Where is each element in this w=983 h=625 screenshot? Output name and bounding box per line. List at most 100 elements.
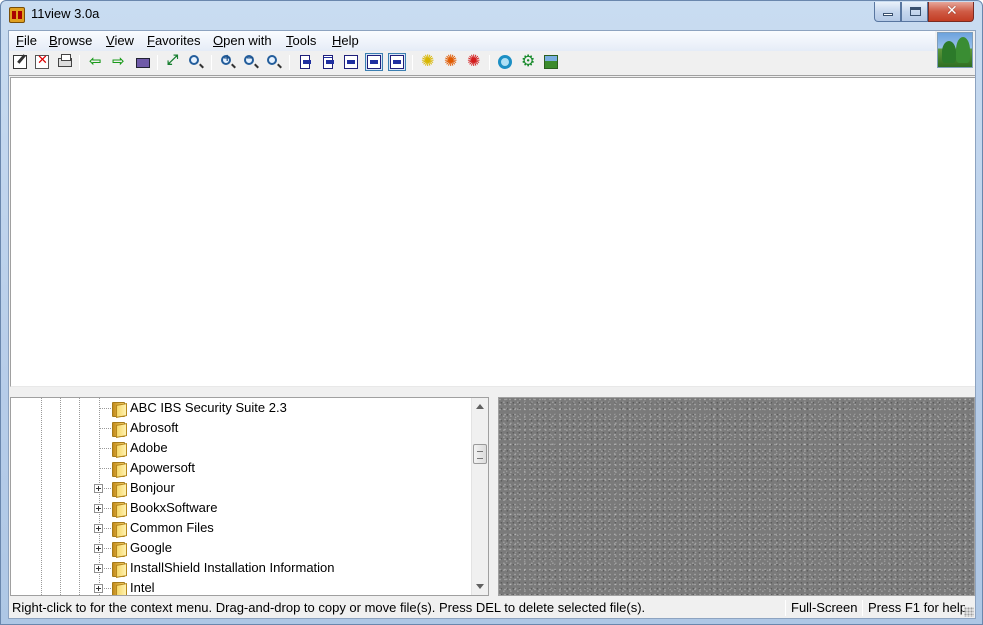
zoom-out-button[interactable] [242,53,260,71]
tree-item-label: Apowersoft [130,460,196,475]
folder-icon [111,580,127,595]
client-area: File Browse View Favorites Open with Too… [8,30,976,619]
tree-item-bookxsoftware[interactable]: BookxSoftware [11,498,471,518]
status-fullscreen: Full-Screen [791,600,858,615]
title-bar[interactable]: 11view 3.0a ✕ [1,1,982,29]
status-hint: Right-click to for the context menu. Dra… [12,600,646,615]
tree-item-adobe[interactable]: Adobe [11,438,471,458]
delete-icon [35,53,49,69]
status-help: Press F1 for help [868,600,965,615]
expand-plus-icon[interactable] [94,524,103,533]
color-adjust-button[interactable] [442,51,460,71]
toolbar-separator [79,55,80,70]
tree-connector [99,468,111,469]
folder-icon [111,400,127,417]
menu-tools[interactable]: Tools [286,33,316,48]
scroll-thumb[interactable] [473,444,487,464]
wallpaper-button[interactable] [542,53,560,71]
folder-icon [111,520,127,537]
zoom-actual-button[interactable] [265,53,283,71]
tree-item-apowersoft[interactable]: Apowersoft [11,458,471,478]
fit-to-window-icon [166,52,180,69]
tree-item-bonjour[interactable]: Bonjour [11,478,471,498]
expand-plus-icon[interactable] [94,544,103,553]
arrow-left-icon [89,52,103,70]
slideshow-button[interactable] [134,53,152,71]
menu-open-with[interactable]: Open with [213,33,272,48]
red-eye-button[interactable] [465,51,483,71]
toolbar-divider [9,75,975,76]
minimize-button[interactable] [874,2,901,22]
tree-scrollbar[interactable] [471,398,488,595]
expand-plus-icon[interactable] [94,504,103,513]
tree-item-abc-ibs[interactable]: ABC IBS Security Suite 2.3 [11,398,471,418]
menu-view[interactable]: View [106,33,134,48]
menu-browse[interactable]: Browse [49,33,92,48]
maximize-button[interactable] [901,2,928,22]
plugins-icon [521,51,535,70]
tree-connector [99,428,111,429]
scroll-up-icon[interactable] [476,404,484,409]
app-icon[interactable] [9,7,25,23]
horizontal-splitter[interactable] [9,388,975,397]
fit-to-window-button[interactable] [164,52,182,71]
brightness-button[interactable] [419,51,437,71]
expand-plus-icon[interactable] [94,564,103,573]
edit-button[interactable] [11,53,29,71]
layout-1-button[interactable] [296,53,314,71]
toolbar [9,51,935,73]
layout-4-button[interactable] [365,53,383,71]
previous-button[interactable] [87,52,105,71]
zoom-in-icon [221,53,231,65]
layout-3-button[interactable] [342,53,360,71]
layout-2-button[interactable] [319,53,337,71]
tree-item-label: Adobe [130,440,168,455]
tree-item-intel[interactable]: Intel [11,578,471,595]
zoom-find-icon [189,55,199,65]
zoom-find-button[interactable] [187,53,205,71]
expand-plus-icon[interactable] [94,484,103,493]
folder-icon [111,440,127,457]
print-button[interactable] [56,53,74,71]
settings-icon [498,55,512,69]
resize-grip-icon[interactable] [964,607,974,617]
settings-button[interactable] [496,53,514,71]
plugins-button[interactable] [519,51,537,71]
image-viewer[interactable] [10,77,975,387]
scroll-down-icon[interactable] [476,584,484,589]
arrow-right-icon [112,52,126,70]
tree-item-label: Intel [130,580,155,595]
tree-item-label: Bonjour [130,480,175,495]
layout-icon [344,55,358,69]
tree-item-label: Google [130,540,172,555]
menu-help[interactable]: Help [332,33,359,48]
tree-item-label: Common Files [130,520,214,535]
toolbar-separator [211,55,212,70]
menu-file[interactable]: File [16,33,37,48]
window-title: 11view 3.0a [31,6,100,21]
zoom-in-button[interactable] [219,53,237,71]
slideshow-icon [136,58,150,68]
status-separator [785,600,786,616]
tree-item-installshield[interactable]: InstallShield Installation Information [11,558,471,578]
folder-tree[interactable]: ABC IBS Security Suite 2.3 Abrosoft Adob… [10,397,489,596]
close-button[interactable]: ✕ [928,2,974,22]
tree-item-abrosoft[interactable]: Abrosoft [11,418,471,438]
folder-icon [111,420,127,437]
delete-button[interactable] [33,53,51,71]
tree-item-common-files[interactable]: Common Files [11,518,471,538]
tree-item-google[interactable]: Google [11,538,471,558]
print-icon [58,54,72,67]
next-button[interactable] [110,52,128,71]
tree-connector [99,408,111,409]
app-window: 11view 3.0a ✕ File Browse View Favorites… [0,0,983,625]
folder-icon [111,460,127,477]
wallpaper-icon [544,55,558,69]
layout-5-button[interactable] [388,53,406,71]
menu-favorites[interactable]: Favorites [147,33,200,48]
image-preview-pane[interactable] [498,397,975,596]
status-bar: Right-click to for the context menu. Dra… [9,598,975,618]
remove-red-eye-icon [467,51,481,70]
tree-item-label: ABC IBS Security Suite 2.3 [130,400,287,415]
expand-plus-icon[interactable] [94,584,103,593]
